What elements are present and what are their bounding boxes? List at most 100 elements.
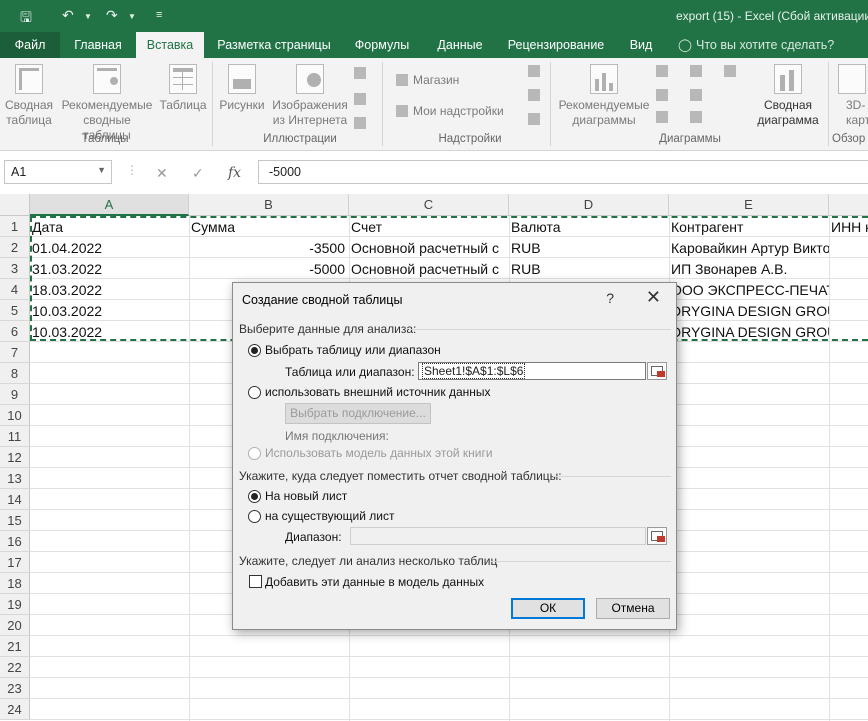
row-header[interactable]: 24 bbox=[0, 699, 30, 720]
undo-dropdown-icon[interactable]: ▼ bbox=[84, 12, 92, 21]
section-multi-tables: Укажите, следует ли анализ несколько таб… bbox=[239, 554, 498, 568]
store-button[interactable]: Магазин bbox=[396, 73, 459, 87]
radio-external-source[interactable] bbox=[248, 386, 261, 399]
opt-data-model-label[interactable]: Использовать модель данных этой книги bbox=[265, 446, 493, 460]
row-header[interactable]: 10 bbox=[0, 405, 30, 426]
save-icon[interactable]: 🖫 bbox=[20, 7, 32, 31]
table-range-input[interactable]: Sheet1!$A$1:$L$6 bbox=[418, 362, 646, 380]
row-header[interactable]: 7 bbox=[0, 342, 30, 363]
ok-button[interactable]: ОК bbox=[511, 598, 585, 619]
collapse-dialog-icon[interactable] bbox=[647, 362, 667, 380]
online-pictures-button[interactable]: Изображения из Интернета bbox=[270, 64, 350, 128]
customize-qat-icon[interactable]: ≡ bbox=[156, 9, 162, 21]
redo-icon[interactable]: ↷ bbox=[106, 7, 118, 24]
pivot-chart-button[interactable]: Сводная диаграмма bbox=[752, 64, 824, 128]
screenshot-icon[interactable] bbox=[354, 116, 371, 130]
tab-insert[interactable]: Вставка bbox=[136, 32, 204, 58]
row-header[interactable]: 9 bbox=[0, 384, 30, 405]
tell-me-search[interactable]: Что вы хотите сделать? bbox=[696, 32, 836, 58]
tab-data[interactable]: Данные bbox=[426, 32, 494, 58]
help-icon[interactable]: ? bbox=[606, 290, 614, 306]
tab-file[interactable]: Файл bbox=[0, 32, 60, 58]
row-header[interactable]: 14 bbox=[0, 489, 30, 510]
choose-connection-button[interactable]: Выбрать подключение... bbox=[285, 403, 431, 424]
row-header[interactable]: 11 bbox=[0, 426, 30, 447]
waterfall-chart-icon[interactable] bbox=[690, 88, 707, 102]
scatter-chart-icon[interactable] bbox=[690, 110, 707, 124]
name-box-dropdown-icon[interactable]: ▼ bbox=[97, 165, 106, 175]
column-header-f[interactable] bbox=[829, 194, 868, 216]
my-addins-icon bbox=[396, 105, 408, 117]
row-header[interactable]: 18 bbox=[0, 573, 30, 594]
pivot-table-button[interactable]: Сводная таблица bbox=[4, 64, 54, 128]
row-header[interactable]: 2 bbox=[0, 237, 30, 258]
3d-map-button[interactable]: 3D- карта bbox=[834, 64, 868, 128]
row-header[interactable]: 3 bbox=[0, 258, 30, 279]
row-header[interactable]: 19 bbox=[0, 594, 30, 615]
row-header[interactable]: 20 bbox=[0, 615, 30, 636]
bing-maps-icon[interactable] bbox=[528, 64, 545, 78]
tab-formulas[interactable]: Формулы bbox=[344, 32, 420, 58]
radio-existing-sheet[interactable] bbox=[248, 510, 261, 523]
opt-table-range-label[interactable]: Выбрать таблицу или диапазон bbox=[265, 343, 441, 357]
row-header[interactable]: 5 bbox=[0, 300, 30, 321]
select-all-corner[interactable] bbox=[0, 194, 30, 216]
insert-function-icon[interactable]: fx bbox=[228, 165, 241, 181]
cancel-icon[interactable]: ✕ bbox=[156, 165, 168, 182]
row-header[interactable]: 6 bbox=[0, 321, 30, 342]
people-graph-icon[interactable] bbox=[528, 88, 545, 102]
tab-page-layout[interactable]: Разметка страницы bbox=[208, 32, 340, 58]
opt-existing-sheet-label[interactable]: на существующий лист bbox=[265, 509, 394, 523]
column-header-b[interactable]: B bbox=[189, 194, 349, 216]
cancel-button[interactable]: Отмена bbox=[596, 598, 670, 619]
tab-home[interactable]: Главная bbox=[62, 32, 134, 58]
recommended-pivots-button[interactable]: Рекомендуемые сводные таблицы bbox=[58, 64, 156, 143]
checkbox-add-data-model[interactable] bbox=[249, 575, 262, 588]
column-header-a[interactable]: A bbox=[30, 194, 189, 216]
my-addins-button[interactable]: Мои надстройки bbox=[396, 104, 504, 118]
radio-table-range[interactable] bbox=[248, 344, 261, 357]
column-chart-icon[interactable] bbox=[656, 64, 673, 78]
formula-input[interactable]: -5000 bbox=[258, 160, 868, 184]
row-header[interactable]: 1 bbox=[0, 216, 30, 237]
row-header[interactable]: 4 bbox=[0, 279, 30, 300]
line-chart-icon[interactable] bbox=[656, 88, 673, 102]
enter-icon[interactable]: ✓ bbox=[192, 165, 204, 182]
chk-add-model-label[interactable]: Добавить эти данные в модель данных bbox=[265, 575, 484, 589]
row-header[interactable]: 22 bbox=[0, 657, 30, 678]
tab-view[interactable]: Вид bbox=[620, 32, 662, 58]
row-header[interactable]: 17 bbox=[0, 552, 30, 573]
column-header-d[interactable]: D bbox=[509, 194, 669, 216]
column-header-e[interactable]: E bbox=[669, 194, 829, 216]
row-header[interactable]: 8 bbox=[0, 363, 30, 384]
name-box[interactable]: A1 ▼ bbox=[4, 160, 112, 184]
row-header[interactable]: 13 bbox=[0, 468, 30, 489]
hierarchy-chart-icon[interactable] bbox=[690, 64, 707, 78]
opt-external-label[interactable]: использовать внешний источник данных bbox=[265, 385, 491, 399]
column-header-c[interactable]: C bbox=[349, 194, 509, 216]
tab-review[interactable]: Рецензирование bbox=[500, 32, 612, 58]
row-header[interactable]: 12 bbox=[0, 447, 30, 468]
close-icon[interactable]: ✕ bbox=[646, 287, 661, 308]
row-header[interactable]: 15 bbox=[0, 510, 30, 531]
row-header[interactable]: 21 bbox=[0, 636, 30, 657]
pie-chart-icon[interactable] bbox=[656, 110, 673, 124]
statistic-chart-icon[interactable] bbox=[724, 64, 741, 78]
radio-new-sheet[interactable] bbox=[248, 490, 261, 503]
row-header[interactable]: 16 bbox=[0, 531, 30, 552]
row-header[interactable]: 23 bbox=[0, 678, 30, 699]
collapse-dialog-icon[interactable] bbox=[647, 527, 667, 545]
ribbon-insert: Сводная таблица Рекомендуемые сводные та… bbox=[0, 58, 868, 151]
recommended-charts-button[interactable]: Рекомендуемые диаграммы bbox=[556, 64, 652, 128]
shapes-icon[interactable] bbox=[354, 66, 371, 80]
visio-icon[interactable] bbox=[528, 112, 545, 126]
table-button[interactable]: Таблица bbox=[158, 64, 208, 113]
opt-new-sheet-label[interactable]: На новый лист bbox=[265, 489, 347, 503]
range-input[interactable] bbox=[350, 527, 646, 545]
redo-dropdown-icon[interactable]: ▼ bbox=[128, 12, 136, 21]
pictures-button[interactable]: Рисунки bbox=[216, 64, 268, 113]
radio-data-model[interactable] bbox=[248, 447, 261, 460]
ribbon-tabs: Файл Главная Вставка Разметка страницы Ф… bbox=[0, 32, 868, 58]
undo-icon[interactable]: ↶ bbox=[62, 7, 74, 24]
smartart-icon[interactable] bbox=[354, 92, 371, 106]
